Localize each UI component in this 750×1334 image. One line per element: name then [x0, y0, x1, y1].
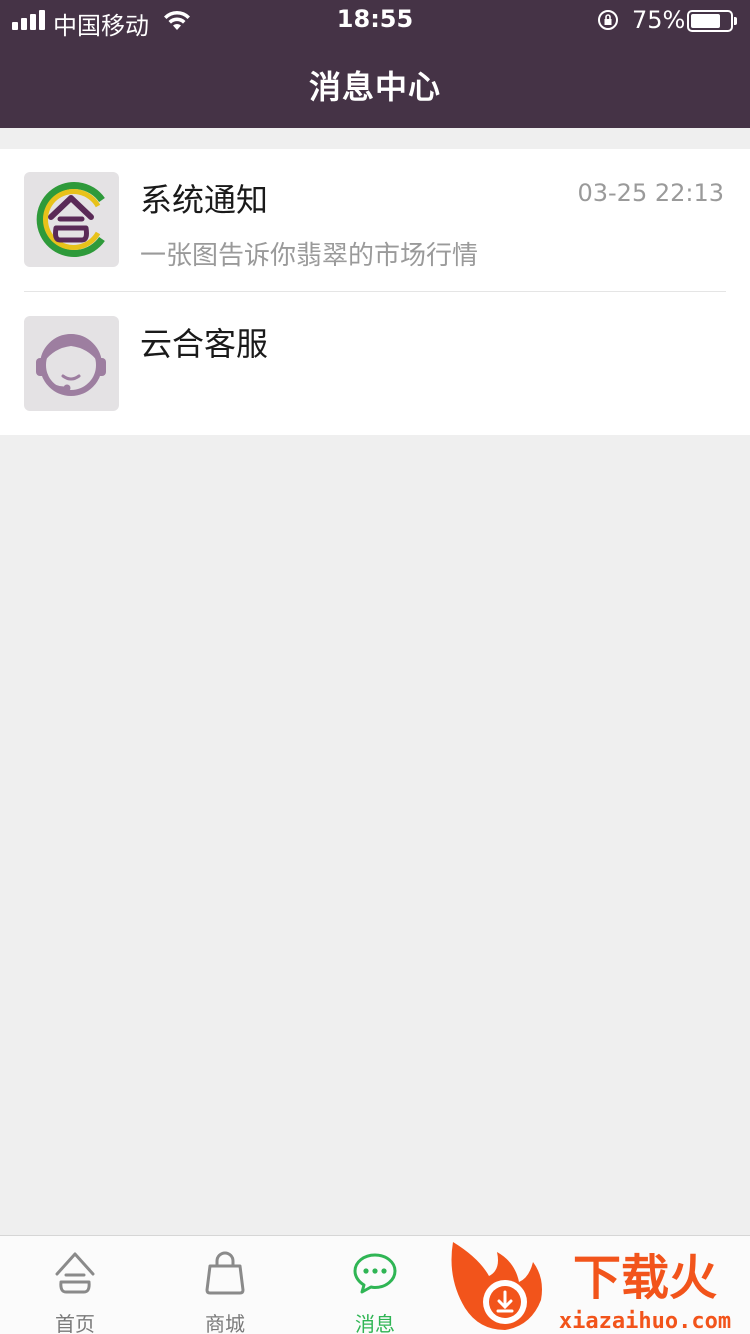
- tab-messages[interactable]: 消息: [300, 1236, 450, 1334]
- message-row-system-notice[interactable]: 系统通知 03-25 22:13 一张图告诉你翡翠的市场行情: [0, 149, 750, 293]
- battery-percent: 75%: [632, 6, 686, 34]
- watermark-url: xiazaihuo.com: [559, 1309, 731, 1334]
- battery-icon: [687, 10, 737, 32]
- home-logo-icon: [55, 1252, 95, 1294]
- page-title: 消息中心: [308, 68, 441, 106]
- tab-label: 首页: [55, 1312, 95, 1334]
- message-list: 系统通知 03-25 22:13 一张图告诉你翡翠的市场行情 云合客服: [0, 149, 750, 435]
- message-time: 03-25 22:13: [577, 179, 724, 207]
- customer-service-icon: [36, 334, 106, 396]
- message-title: 云合客服: [140, 325, 269, 363]
- rotation-lock-icon: [598, 10, 618, 30]
- message-title: 系统通知: [140, 181, 269, 219]
- shopping-bag-icon: [205, 1251, 245, 1295]
- message-row-customer-service[interactable]: 云合客服: [0, 293, 750, 437]
- yunhe-logo-icon: [36, 182, 105, 257]
- avatar: [24, 316, 119, 411]
- tab-label: 消息: [355, 1312, 395, 1334]
- status-bar: 中国移动 18:55 75%: [0, 0, 750, 40]
- tab-home[interactable]: 首页: [0, 1236, 150, 1334]
- watermark-logo: 下载火 xiazaihuo.com: [451, 1242, 731, 1334]
- chat-bubble-icon: [353, 1253, 397, 1294]
- row-divider: [24, 291, 726, 292]
- message-preview: 一张图告诉你翡翠的市场行情: [140, 241, 479, 271]
- tab-mall[interactable]: 商城: [150, 1236, 300, 1334]
- avatar: [24, 172, 119, 267]
- watermark-brand: 下载火: [573, 1250, 717, 1306]
- tab-label: 商城: [205, 1312, 245, 1334]
- navigation-header: 中国移动 18:55 75% 消息中心: [0, 0, 750, 128]
